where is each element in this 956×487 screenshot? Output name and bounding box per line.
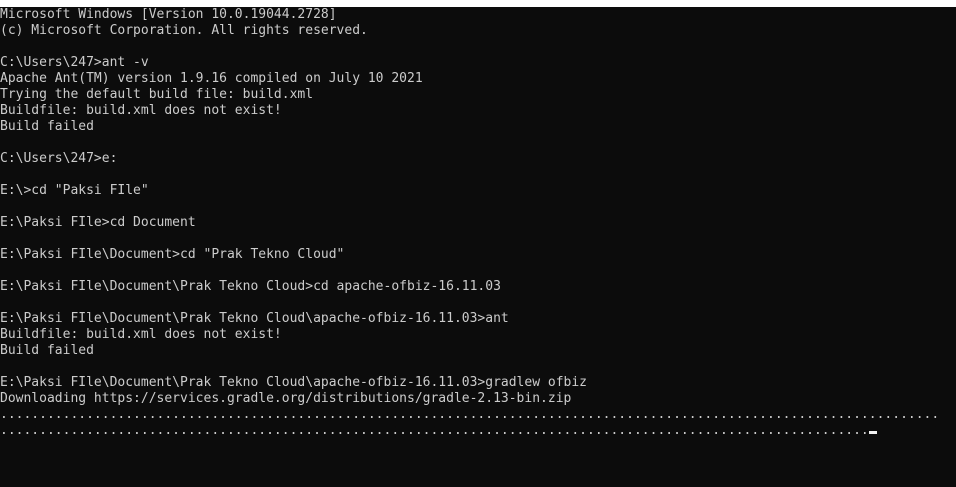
console-line: Buildfile: build.xml does not exist! [0, 103, 282, 118]
console-line: E:\Paksi FIle\Document\Prak Tekno Cloud>… [0, 279, 501, 294]
console-line: E:\Paksi FIle\Document\Prak Tekno Cloud\… [0, 375, 587, 390]
progress-dots-line: ........................................… [0, 407, 940, 422]
console-line: E:\>cd "Paksi FIle" [0, 183, 149, 198]
progress-dots-line: ........................................… [0, 423, 956, 439]
console-line: E:\Paksi FIle>cd Document [0, 215, 196, 230]
progress-dots-text: ........................................… [0, 423, 869, 438]
console-window[interactable]: Microsoft Windows [Version 10.0.19044.27… [0, 7, 956, 487]
console-line: Buildfile: build.xml does not exist! [0, 327, 282, 342]
text-cursor [868, 431, 877, 434]
console-line: C:\Users\247>e: [0, 151, 118, 166]
console-line: Microsoft Windows [Version 10.0.19044.27… [0, 7, 337, 22]
console-line: E:\Paksi FIle\Document\Prak Tekno Cloud\… [0, 311, 509, 326]
console-line: E:\Paksi FIle\Document>cd "Prak Tekno Cl… [0, 247, 345, 262]
console-line: C:\Users\247>ant -v [0, 55, 149, 70]
console-line: (c) Microsoft Corporation. All rights re… [0, 23, 368, 38]
console-line: Downloading https://services.gradle.org/… [0, 391, 572, 406]
console-line: Build failed [0, 119, 94, 134]
console-line: Trying the default build file: build.xml [0, 87, 314, 102]
console-output: Microsoft Windows [Version 10.0.19044.27… [0, 7, 956, 439]
console-line: Apache Ant(TM) version 1.9.16 compiled o… [0, 71, 423, 86]
console-line: Build failed [0, 343, 94, 358]
